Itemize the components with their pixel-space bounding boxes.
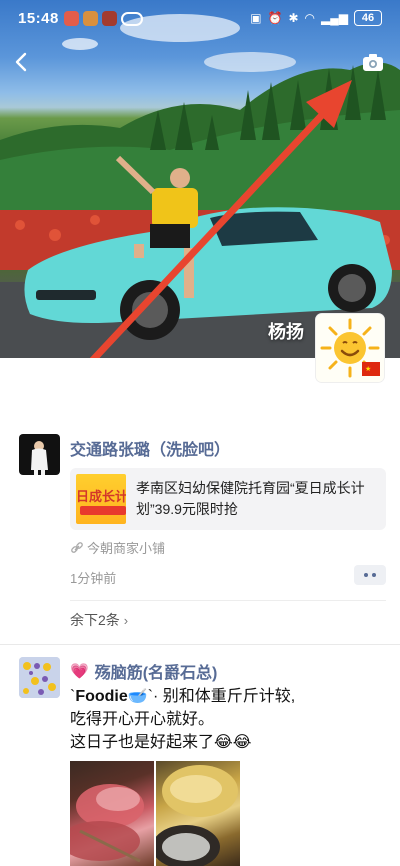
post-photo[interactable] [156, 761, 240, 866]
profile-username: 杨扬 [268, 322, 304, 342]
post-author-name: 殇脑筋(名爵石总) [94, 665, 218, 682]
post-text-line: `Foodie🥣`· 别和体重斤斤计较, [70, 685, 390, 708]
soup-photo [156, 765, 238, 866]
flower-avatar-icon [19, 657, 60, 698]
mini-program-source[interactable]: 今朝商家小铺 [70, 538, 165, 557]
dot-icon [372, 573, 376, 577]
system-icons: ▣ ⏰ ✱ ◠ ▂▄▆ 46 [250, 10, 382, 26]
battery-indicator: 46 [354, 10, 382, 26]
chevron-left-icon [15, 52, 27, 72]
sun-emoji-avatar: ★ [316, 314, 384, 382]
chevron-right-icon: › [123, 613, 129, 628]
profile-avatar[interactable]: ★ [316, 314, 384, 382]
signal-icon: ▂▄▆ [321, 11, 348, 25]
shared-link-card[interactable]: 日成长计 孝南区妇幼保健院托育园“夏日成长计划”39.9元限时抢 [70, 468, 386, 530]
post-photo[interactable] [70, 761, 154, 866]
post-author[interactable]: 💗 殇脑筋(名爵石总) [70, 659, 217, 683]
camera-button[interactable] [360, 50, 386, 76]
link-title: 孝南区妇幼保健院托育园“夏日成长计划”39.9元限时抢 [136, 480, 365, 517]
person-avatar-icon [19, 434, 60, 475]
status-bar: 15:48 ▣ ⏰ ✱ ◠ ▂▄▆ 46 [0, 0, 400, 38]
heart-icon: 💗 [70, 663, 89, 680]
camera-icon [363, 54, 383, 71]
cover-photo[interactable]: 15:48 ▣ ⏰ ✱ ◠ ▂▄▆ 46 杨扬 [0, 0, 400, 358]
app-notification-icon [83, 11, 98, 26]
like-comment-button[interactable] [354, 565, 386, 585]
cover-scene [0, 14, 400, 358]
dot-icon [364, 573, 368, 577]
post-text: `Foodie🥣`· 别和体重斤斤计较, 吃得开心开心就好。 这日子也是好起来了… [70, 685, 390, 754]
source-name: 今朝商家小铺 [87, 541, 166, 556]
app-notification-icon [64, 11, 79, 26]
more-comments-link[interactable]: 余下2条 › [70, 610, 128, 630]
alarm-icon: ⏰ [267, 11, 283, 25]
post-author-name[interactable]: 交通路张璐（洗脸吧） [70, 436, 230, 460]
status-time: 15:48 [18, 10, 59, 27]
post-text-line: 这日子也是好起来了😂😂 [70, 734, 252, 751]
link-icon [71, 541, 83, 553]
wifi-icon: ◠ [304, 11, 316, 25]
eye-icon [121, 12, 143, 26]
post-text-suffix: 🥣`· 别和体重斤斤计较, [127, 688, 296, 705]
post-time: 1分钟前 [70, 571, 117, 586]
nfc-icon: ▣ [250, 11, 262, 25]
link-thumbnail: 日成长计 [76, 474, 126, 524]
meat-photo [70, 784, 144, 863]
back-button[interactable] [8, 48, 36, 76]
svg-text:★: ★ [365, 365, 371, 373]
post-text-bold: Foodie [75, 688, 128, 705]
author-avatar[interactable] [19, 434, 60, 475]
app-notification-icon [102, 11, 117, 26]
author-avatar[interactable] [19, 657, 60, 698]
more-comments-label: 余下2条 [70, 612, 120, 628]
bluetooth-icon: ✱ [288, 11, 299, 25]
thumbnail-price-bar [80, 506, 126, 515]
thumbnail-text: 日成长计 [76, 489, 126, 504]
notification-icons [64, 11, 143, 26]
post-text-line: 吃得开心开心就好。 [70, 711, 215, 728]
comments-divider [70, 600, 386, 601]
post-separator [0, 644, 400, 645]
